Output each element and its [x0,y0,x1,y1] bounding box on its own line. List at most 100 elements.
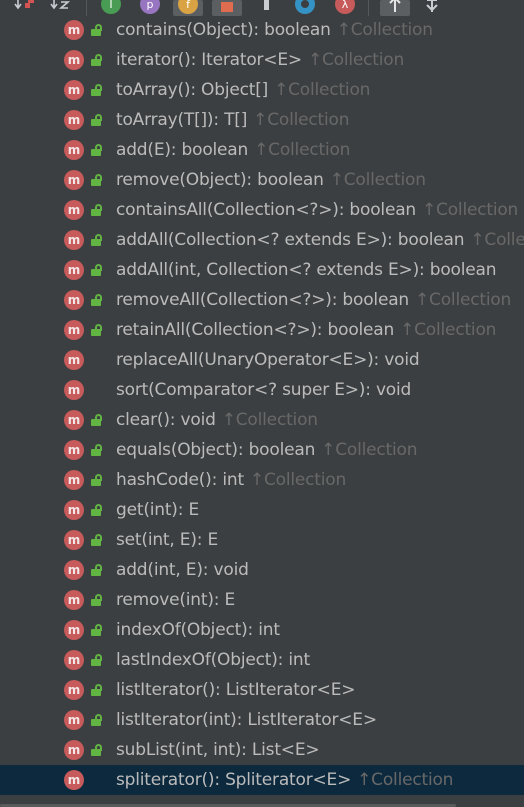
public-lock-icon [90,174,103,186]
sort-alphabetically-icon[interactable] [50,0,72,16]
show-properties-icon[interactable]: p [137,0,163,16]
method-signature: lastIndexOf(Object): int [116,650,310,670]
method-signature: containsAll(Collection<?>): boolean [116,200,416,220]
autoscroll-from-source-icon[interactable] [420,0,444,16]
autoscroll-to-source-icon[interactable] [383,0,407,16]
inherited-from-label: ↑Collection [357,770,453,790]
inherited-class-name: Collection [268,140,351,160]
method-signature: iterator(): Iterator<E> [116,50,302,70]
inherited-from-label: ↑Collection [422,200,518,220]
structure-toolbar: I p f λ [0,0,524,16]
public-lock-icon [90,474,103,486]
method-row[interactable]: m addAll(Collection<? extends E>): boolea… [0,225,524,255]
method-row[interactable]: m removeAll(Collection<?>): boolean ↑Colle… [0,285,524,315]
method-row[interactable]: m remove(int): E [0,585,524,615]
method-row[interactable]: m retainAll(Collection<?>): boolean ↑Colle… [0,315,524,345]
method-signature: spliterator(): Spliterator<E> [116,770,352,790]
method-text: equals(Object): boolean ↑Collection [116,435,417,465]
method-icon: m [64,680,84,700]
method-text: clear(): void ↑Collection [116,405,318,435]
method-text: sort(Comparator<? super E>): void [116,375,411,405]
method-signature: sort(Comparator<? super E>): void [116,380,412,400]
inherited-class-name: Collection [335,440,418,460]
method-row[interactable]: m set(int, E): E [0,525,524,555]
method-row[interactable]: m equals(Object): boolean ↑Collection [0,435,524,465]
method-icon: m [64,200,84,220]
method-icon: m [64,380,84,400]
method-signature: hashCode(): int [116,470,244,490]
method-row[interactable]: m sort(Comparator<? super E>): void [0,375,524,405]
method-text: contains(Object): boolean ↑Collection [116,16,433,45]
horizontal-scrollbar[interactable] [0,803,524,807]
inherited-arrow-icon: ↑ [470,230,485,250]
method-text: addAll(int, Collection<? extends E>): bo… [116,255,497,285]
inherited-from-label: ↑Collection [337,20,433,40]
method-row[interactable]: m clear(): void ↑Collection [0,405,524,435]
method-row[interactable]: m contains(Object): boolean ↑Collection [0,16,524,45]
inherited-arrow-icon: ↑ [321,440,336,460]
public-lock-icon [90,204,103,216]
method-row[interactable]: m indexOf(Object): int [0,615,524,645]
method-row[interactable]: m toArray(): Object[] ↑Collection [0,75,524,105]
show-lambda-icon[interactable]: λ [332,0,358,16]
method-text: removeAll(Collection<?>): boolean ↑Collec… [116,285,511,315]
inherited-class-name: Collection [414,320,497,340]
method-row[interactable]: m toArray(T[]): T[] ↑Collection [0,105,524,135]
toolbar-divider [86,0,87,16]
public-lock-icon [90,714,103,726]
public-lock-icon [90,744,103,756]
method-row[interactable]: m addAll(int, Collection<? extends E>): b… [0,255,524,285]
method-row[interactable]: m add(E): boolean ↑Collection [0,135,524,165]
method-text: hashCode(): int ↑Collection [116,465,346,495]
method-icon: m [64,170,84,190]
method-row[interactable]: m containsAll(Collection<?>): boolean ↑Col… [0,195,524,225]
public-lock-icon [90,264,103,276]
method-icon: m [64,50,84,70]
method-row[interactable]: m replaceAll(UnaryOperator<E>): void [0,345,524,375]
show-inherited-icon[interactable]: I [98,0,124,16]
method-row[interactable]: m iterator(): Iterator<E> ↑Collection [0,45,524,75]
method-row[interactable]: m listIterator(): ListIterator<E> [0,675,524,705]
method-icon: m [64,620,84,640]
inherited-arrow-icon: ↑ [274,80,289,100]
method-row[interactable]: m lastIndexOf(Object): int [0,645,524,675]
method-text: iterator(): Iterator<E> ↑Collection [116,45,404,75]
inherited-from-label: ↑Collection [415,290,511,310]
method-icon: m [64,320,84,340]
method-row[interactable]: m subList(int, int): List<E> [0,735,524,765]
public-lock-icon [90,324,103,336]
method-row[interactable]: m spliterator(): Spliterator<E> ↑Collectio… [0,765,524,795]
show-anonymous-icon[interactable] [292,0,318,16]
method-signature: toArray(T[]): T[] [116,110,248,130]
method-icon: m [64,20,84,40]
method-text: containsAll(Collection<?>): boolean ↑Coll… [116,195,518,225]
inherited-arrow-icon: ↑ [357,770,372,790]
method-text: retainAll(Collection<?>): boolean ↑Collec… [116,315,496,345]
method-icon: m [64,560,84,580]
inherited-from-label: ↑Collection [254,140,350,160]
method-row[interactable]: m remove(Object): boolean ↑Collection [0,165,524,195]
show-fields-icon[interactable]: f [176,0,200,16]
inherited-class-name: Collection [350,20,433,40]
method-text: remove(Object): boolean ↑Collection [116,165,426,195]
method-icon: m [64,710,84,730]
inherited-class-name: Collection [371,770,454,790]
method-row[interactable]: m add(int, E): void [0,555,524,585]
structure-method-list[interactable]: m contains(Object): boolean ↑Collection m it… [0,16,524,807]
method-row[interactable]: m hashCode(): int ↑Collection [0,465,524,495]
public-lock-icon [90,24,103,36]
show-lambdas-icon[interactable] [254,0,278,16]
inherited-arrow-icon: ↑ [254,140,269,160]
inherited-class-name: Collection [288,80,371,100]
inherited-arrow-icon: ↑ [336,20,351,40]
inherited-arrow-icon: ↑ [329,170,344,190]
inherited-class-name: Collection [436,200,519,220]
inherited-from-label: ↑Collection [321,440,417,460]
inherited-class-name: Colle [484,230,524,250]
method-row[interactable]: m listIterator(int): ListIterator<E> [0,705,524,735]
sort-visibility-icon[interactable] [14,0,36,16]
method-icon: m [64,650,84,670]
method-text: toArray(T[]): T[] ↑Collection [116,105,349,135]
method-row[interactable]: m get(int): E [0,495,524,525]
show-non-public-icon[interactable] [215,0,239,16]
